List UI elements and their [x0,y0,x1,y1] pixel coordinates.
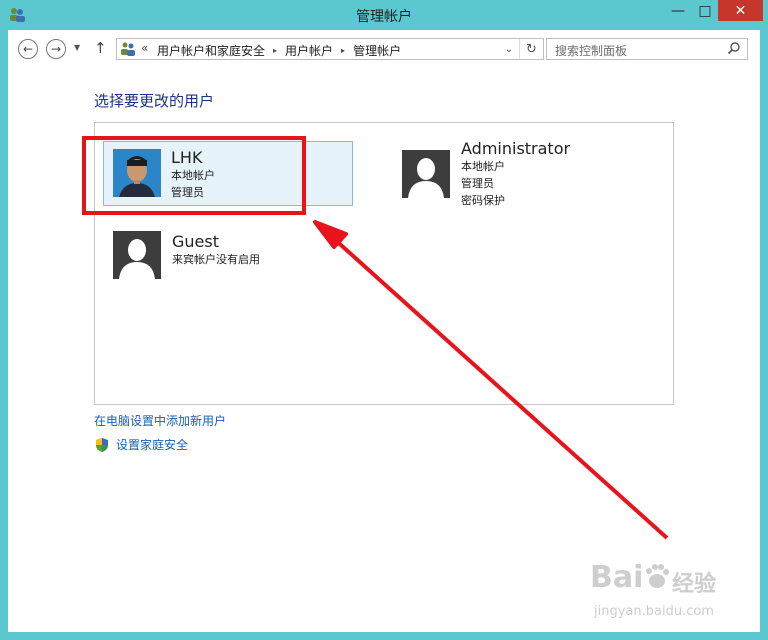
user-account-type: 本地帐户 [171,169,215,182]
recent-locations-dropdown[interactable]: ▼ [74,43,80,52]
user-tile-guest[interactable]: Guest 来宾帐户没有启用 [113,231,363,286]
minimize-button[interactable]: — [664,0,692,21]
default-user-avatar [113,231,161,279]
breadcrumb-item-user-accounts[interactable]: 用户帐户 [285,42,333,59]
user-password-status: 密码保护 [461,194,505,207]
shield-icon [96,437,108,452]
breadcrumb-separator-icon[interactable]: ▸ [273,46,277,55]
user-photo-avatar [113,149,161,197]
window-title: 管理帐户 [356,9,412,25]
family-safety-link-label: 设置家庭安全 [116,438,189,452]
address-bar[interactable]: « 用户帐户和家庭安全 ▸ 用户帐户 ▸ 管理帐户 ⌄ ↻ [116,38,544,60]
forward-button[interactable]: → [46,39,66,59]
breadcrumb-separator-icon[interactable]: ▸ [341,46,345,55]
user-name: LHK [171,148,203,167]
user-details: 本地帐户 管理员 [171,167,215,201]
search-placeholder: 搜索控制面板 [555,44,628,58]
user-accounts-icon [121,42,135,56]
close-button[interactable]: ✕ [718,0,763,21]
address-dropdown-icon[interactable]: ⌄ [499,39,519,59]
user-name: Administrator [461,139,571,158]
breadcrumb-item-family-safety[interactable]: 用户帐户和家庭安全 [157,42,265,59]
search-icon[interactable] [727,41,741,59]
up-button[interactable]: ↑ [94,39,107,57]
page-title: 选择要更改的用户 [94,92,215,110]
search-input[interactable]: 搜索控制面板 [546,38,748,60]
refresh-icon[interactable]: ↻ [519,39,543,59]
add-user-link[interactable]: 在电脑设置中添加新用户 [94,412,226,429]
watermark-logo: Bai [590,560,644,595]
maximize-button[interactable]: □ [692,0,718,21]
user-tile-administrator[interactable]: Administrator 本地帐户 管理员 密码保护 [402,139,652,211]
watermark-url: jingyan.baidu.com [594,604,714,619]
user-account-type: 本地帐户 [461,160,505,173]
default-user-avatar [402,150,450,198]
user-tile-lhk[interactable]: LHK 本地帐户 管理员 [103,141,353,206]
user-role: 管理员 [171,186,204,199]
client-area: ← → ▼ ↑ « 用户帐户和家庭安全 ▸ 用户帐户 ▸ 管理帐户 ⌄ ↻ 搜索… [8,30,760,632]
user-details: 本地帐户 管理员 密码保护 [461,158,505,209]
user-account-status: 来宾帐户没有启用 [172,253,260,266]
family-safety-link[interactable]: 设置家庭安全 [94,436,188,453]
title-bar: 管理帐户 — □ ✕ [0,0,768,30]
navigation-bar: ← → ▼ ↑ « 用户帐户和家庭安全 ▸ 用户帐户 ▸ 管理帐户 ⌄ ↻ 搜索… [8,30,760,68]
user-list-panel: LHK 本地帐户 管理员 Administrator 本地帐户 管理员 密码保护 [94,122,674,405]
back-button[interactable]: ← [18,39,38,59]
user-name: Guest [172,232,219,251]
breadcrumb: 用户帐户和家庭安全 ▸ 用户帐户 ▸ 管理帐户 [157,42,401,59]
baidu-jingyan-watermark: Bai 经验 jingyan.baidu.com [590,560,740,630]
window: 管理帐户 — □ ✕ ← → ▼ ↑ « 用户帐户和家庭安全 ▸ 用户帐户 ▸ … [0,0,768,640]
user-details: 来宾帐户没有启用 [172,251,260,268]
paw-icon [646,564,669,588]
watermark-jingyan: 经验 [672,572,717,597]
user-role: 管理员 [461,177,494,190]
breadcrumb-overflow-icon[interactable]: « [141,41,148,55]
breadcrumb-item-manage-accounts[interactable]: 管理帐户 [353,42,401,59]
